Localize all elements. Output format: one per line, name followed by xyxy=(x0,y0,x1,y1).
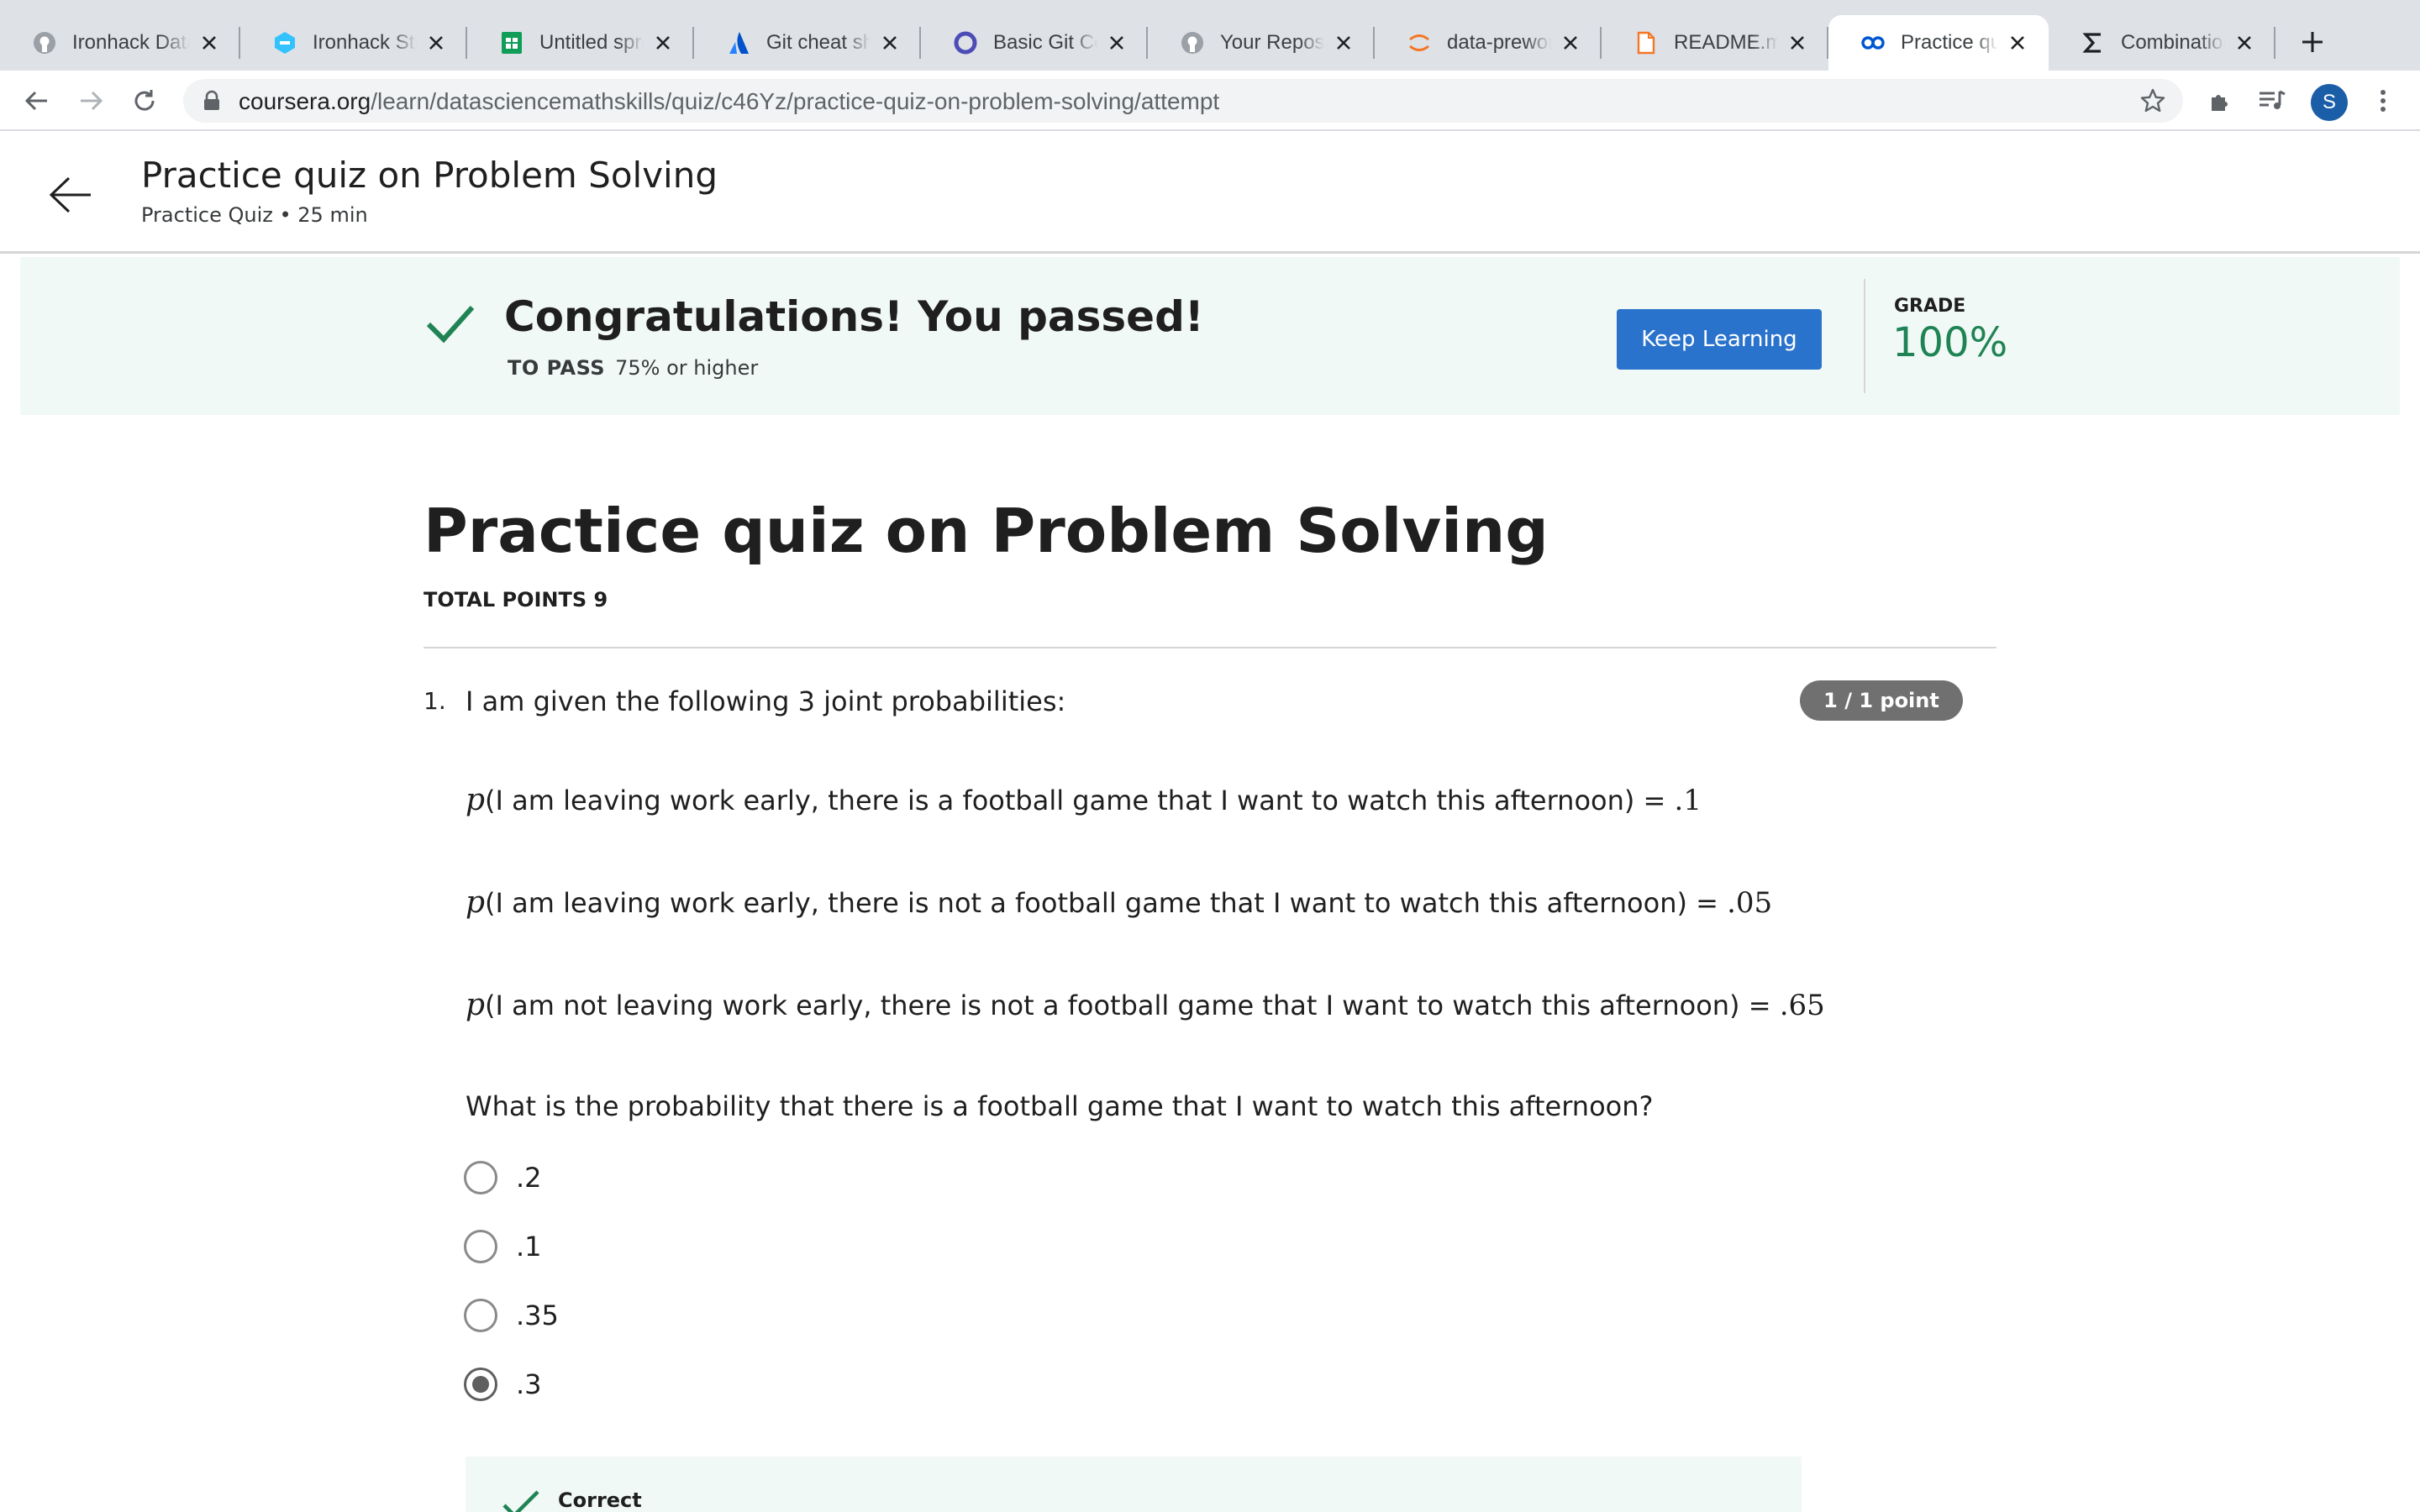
tab-combination[interactable]: Combination xyxy=(2049,15,2275,71)
answer-option[interactable]: .1 xyxy=(464,1228,542,1265)
question-number: 1. xyxy=(424,687,446,715)
bookmark-star-icon[interactable] xyxy=(2138,86,2168,116)
extensions-puzzle-icon[interactable] xyxy=(2202,82,2238,119)
quiz-page-header: Practice quiz on Problem Solving Practic… xyxy=(0,133,2420,254)
close-icon[interactable] xyxy=(877,30,902,55)
atlassian-icon xyxy=(726,30,751,55)
close-icon[interactable] xyxy=(1331,30,1356,55)
tab-title: Basic Git Co xyxy=(993,31,1097,54)
grade-label: GRADE xyxy=(1894,296,1966,317)
sigma-icon xyxy=(2081,30,2106,55)
tab-title: data-prework xyxy=(1447,31,1551,54)
divider xyxy=(1864,279,1865,393)
ironhack-icon xyxy=(272,30,297,55)
address-bar[interactable]: coursera.org/learn/datasciencemathskills… xyxy=(183,79,2183,123)
tab-your-repositories[interactable]: Your Reposit xyxy=(1148,15,1375,71)
tab-basic-git-commands[interactable]: Basic Git Co xyxy=(921,15,1148,71)
menu-kebab-icon[interactable] xyxy=(2365,82,2402,119)
github-icon xyxy=(32,30,57,55)
total-points: TOTAL POINTS 9 xyxy=(424,588,608,612)
tab-title: README.md xyxy=(1674,31,1778,54)
file-icon xyxy=(1634,30,1659,55)
tab-title: Git cheat she xyxy=(766,31,871,54)
browser-tab-strip: Ironhack Data Ironhack Stud Untitled spr… xyxy=(0,0,2420,71)
radio-button[interactable] xyxy=(464,1161,497,1194)
coursera-icon xyxy=(1860,30,1886,55)
header-subtitle: Practice Quiz • 25 min xyxy=(141,203,368,227)
tab-title: Ironhack Data xyxy=(72,31,190,54)
tab-git-cheat-sheet[interactable]: Git cheat she xyxy=(694,15,921,71)
close-icon[interactable] xyxy=(2005,30,2030,55)
tab-title: Ironhack Stud xyxy=(313,31,417,54)
keep-learning-button[interactable]: Keep Learning xyxy=(1617,309,1822,370)
close-icon[interactable] xyxy=(1558,30,1583,55)
checkmark-icon xyxy=(426,305,475,344)
close-icon[interactable] xyxy=(2232,30,2257,55)
media-queue-icon[interactable] xyxy=(2254,82,2291,119)
tab-title: Untitled spre xyxy=(539,31,644,54)
close-icon[interactable] xyxy=(650,30,676,55)
profile-avatar[interactable]: S xyxy=(2311,84,2348,121)
probability-line: p(I am not leaving work early, there is … xyxy=(466,988,1825,1022)
probability-line: p(I am leaving work early, there is a fo… xyxy=(466,783,1702,817)
close-icon[interactable] xyxy=(1104,30,1129,55)
feedback-text: Correct xyxy=(558,1488,642,1512)
tab-title: Combination xyxy=(2121,31,2225,54)
close-icon[interactable] xyxy=(1785,30,1810,55)
browser-toolbar: coursera.org/learn/datasciencemathskills… xyxy=(0,71,2420,131)
url-text[interactable]: coursera.org/learn/datasciencemathskills… xyxy=(239,88,1219,115)
probability-line: p(I am leaving work early, there is not … xyxy=(466,885,1773,920)
header-title: Practice quiz on Problem Solving xyxy=(141,155,718,196)
answer-option[interactable]: .2 xyxy=(464,1159,542,1196)
tab-untitled-spreadsheet[interactable]: Untitled spre xyxy=(467,15,694,71)
forward-arrow-icon[interactable] xyxy=(72,82,109,119)
grade-value: 100% xyxy=(1892,319,2008,366)
tab-data-prework[interactable]: data-prework xyxy=(1375,15,1602,71)
sheets-icon xyxy=(499,30,524,55)
new-tab-plus-icon[interactable] xyxy=(2294,24,2331,60)
circle-icon xyxy=(953,30,978,55)
points-badge: 1 / 1 point xyxy=(1800,680,1963,721)
question-prompt: What is the probability that there is a … xyxy=(466,1090,1654,1122)
close-icon[interactable] xyxy=(197,30,222,55)
tab-practice-quiz[interactable]: Practice quiz xyxy=(1828,15,2049,71)
back-arrow-icon[interactable] xyxy=(18,82,55,119)
close-icon[interactable] xyxy=(424,30,449,55)
pass-requirement: TO PASS 75% or higher xyxy=(508,356,759,380)
radio-button[interactable] xyxy=(464,1230,497,1263)
tab-ironhack-data[interactable]: Ironhack Data xyxy=(0,15,240,71)
back-arrow-icon[interactable] xyxy=(45,170,96,220)
tab-ironhack-student[interactable]: Ironhack Stud xyxy=(240,15,467,71)
tab-readme[interactable]: README.md xyxy=(1602,15,1828,71)
radio-button-selected[interactable] xyxy=(464,1368,497,1401)
jupyter-icon xyxy=(1407,30,1432,55)
answer-option-selected[interactable]: .3 xyxy=(464,1366,542,1403)
pass-message: Congratulations! You passed! xyxy=(504,292,1204,341)
reload-icon[interactable] xyxy=(126,82,163,119)
tab-title: Practice quiz xyxy=(1901,31,1998,54)
lock-icon[interactable] xyxy=(200,89,224,113)
section-divider xyxy=(424,647,1996,648)
result-banner: Congratulations! You passed! TO PASS 75% … xyxy=(20,257,2400,415)
quiz-title: Practice quiz on Problem Solving xyxy=(424,496,1549,566)
checkmark-icon xyxy=(502,1490,539,1512)
tab-title: Your Reposit xyxy=(1220,31,1324,54)
question-intro: I am given the following 3 joint probabi… xyxy=(466,685,1066,717)
radio-button[interactable] xyxy=(464,1299,497,1332)
answer-feedback: Correct xyxy=(466,1457,1802,1512)
github-icon xyxy=(1180,30,1205,55)
answer-option[interactable]: .35 xyxy=(464,1297,559,1334)
